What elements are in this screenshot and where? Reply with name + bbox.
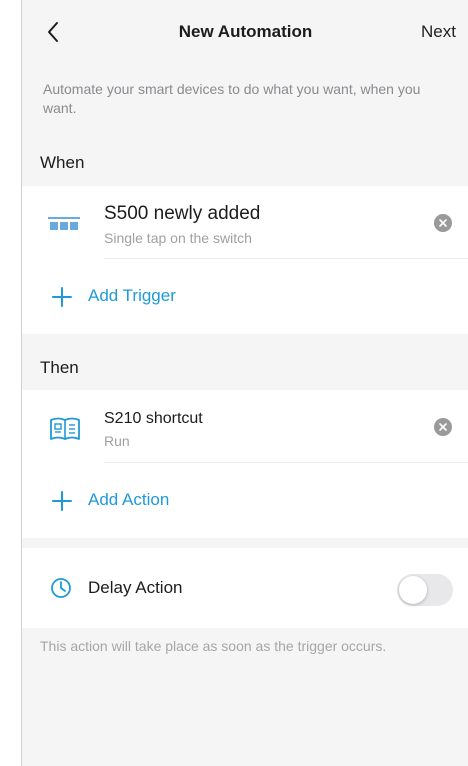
shortcut-panel-icon [50,417,80,440]
row-divider [104,462,468,463]
remove-trigger-button[interactable] [434,214,452,232]
trigger-title: S500 newly added [104,203,261,224]
toggle-knob [399,576,427,604]
when-card: S500 newly added Single tap on the switc… [22,186,468,334]
action-title: S210 shortcut [104,410,203,427]
nav-header: New Automation Next [22,0,468,64]
add-trigger-label: Add Trigger [88,286,176,305]
add-action-button[interactable]: Add Action [22,474,468,530]
add-action-label: Add Action [88,490,170,509]
trigger-subtitle: Single tap on the switch [104,230,252,246]
outer-margin [0,0,21,766]
close-icon [439,219,447,227]
page-title: New Automation [178,22,313,41]
section-label-then: Then [40,358,79,377]
delay-card: Delay Action [22,548,468,628]
plus-icon [52,491,72,511]
remove-action-button[interactable] [434,418,452,436]
delay-action-label: Delay Action [88,578,183,597]
then-card: S210 shortcut Run Add Action [22,390,468,538]
intro-text: Automate your smart devices to do what y… [43,81,421,116]
close-icon [439,423,447,431]
section-label-when: When [40,153,85,172]
action-subtitle: Run [104,433,130,449]
add-trigger-button[interactable]: Add Trigger [22,270,468,326]
plus-icon [52,287,72,307]
row-divider [104,258,468,259]
clock-icon [51,578,71,598]
app-screen: New Automation Next Automate your smart … [21,0,468,766]
trigger-row[interactable]: S500 newly added Single tap on the switc… [22,186,468,258]
delay-action-toggle[interactable] [397,574,453,606]
action-row[interactable]: S210 shortcut Run [22,390,468,462]
next-button[interactable]: Next [421,22,456,42]
switch-icon [48,217,80,230]
delay-footnote: This action will take place as soon as t… [40,638,387,654]
